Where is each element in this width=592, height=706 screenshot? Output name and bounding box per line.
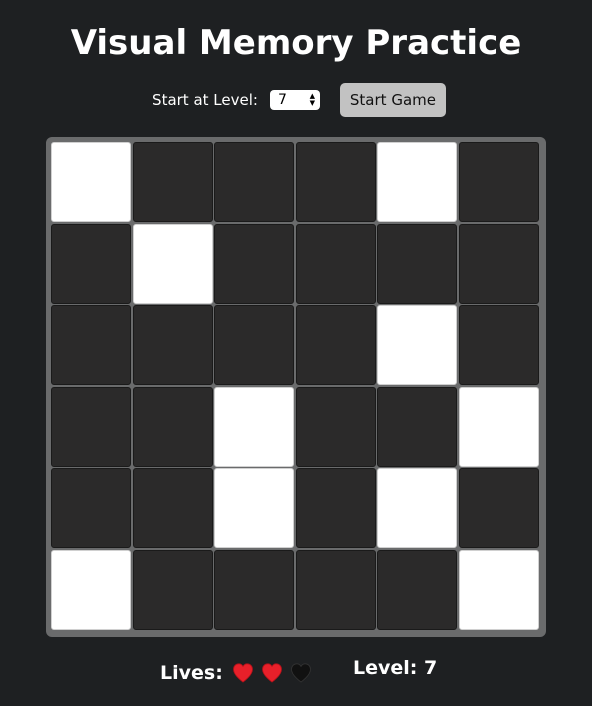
start-level-label: Start at Level: [152, 91, 258, 109]
grid-cell[interactable] [214, 142, 295, 222]
grid-cell[interactable] [132, 549, 213, 630]
grid-cell[interactable] [295, 549, 376, 630]
grid-cell[interactable] [51, 305, 131, 386]
grid-cell-lit[interactable] [51, 549, 131, 630]
grid-cell[interactable] [132, 468, 213, 549]
grid-cell[interactable] [214, 305, 295, 386]
grid-cell-lit[interactable] [214, 386, 295, 467]
hearts-container [231, 661, 318, 685]
grid-cell[interactable] [458, 305, 539, 386]
current-level: Level: 7 [353, 657, 438, 679]
memory-grid [46, 137, 546, 637]
game-page: Visual Memory Practice Start at Level: 7… [0, 0, 592, 706]
page-title: Visual Memory Practice [70, 23, 522, 63]
grid-cell[interactable] [132, 386, 213, 467]
grid-cell[interactable] [295, 223, 376, 304]
grid-cell[interactable] [458, 223, 539, 304]
start-level-value: 7 [277, 92, 287, 108]
grid-cell-lit[interactable] [132, 223, 213, 304]
grid-cell-lit[interactable] [51, 142, 131, 222]
heart-empty-icon [290, 663, 311, 683]
grid-cell[interactable] [295, 386, 376, 467]
grid-cell-lit[interactable] [377, 468, 458, 549]
heart-full-icon [232, 663, 253, 683]
grid-cell[interactable] [51, 386, 131, 467]
start-game-button[interactable]: Start Game [339, 83, 446, 117]
grid-cell-lit[interactable] [458, 549, 539, 630]
grid-cell[interactable] [377, 386, 458, 467]
grid-cell-lit[interactable] [377, 142, 458, 222]
grid-cell[interactable] [214, 549, 295, 630]
grid-cell[interactable] [295, 468, 376, 549]
stepper-arrows-icon: ▲ ▼ [309, 92, 315, 107]
grid-cell-lit[interactable] [214, 468, 295, 549]
grid-cell[interactable] [377, 549, 458, 630]
lives-label: Lives: [160, 662, 223, 684]
grid-cell[interactable] [51, 468, 131, 549]
grid-cell[interactable] [132, 142, 213, 222]
grid-cell[interactable] [132, 305, 213, 386]
grid-cell[interactable] [295, 142, 376, 222]
grid-cell-lit[interactable] [377, 305, 458, 386]
status-bar: Lives: Level: 7 [0, 656, 592, 690]
grid-cell[interactable] [458, 142, 539, 222]
grid-cell[interactable] [377, 223, 458, 304]
controls-bar: Start at Level: 7 ▲ ▼ Start Game [0, 83, 592, 117]
grid-cell[interactable] [458, 468, 539, 549]
grid-cell[interactable] [214, 223, 295, 304]
grid-cell[interactable] [51, 223, 131, 304]
grid-cell[interactable] [295, 305, 376, 386]
lives-display: Lives: [160, 661, 318, 685]
start-level-select[interactable]: 7 ▲ ▼ [269, 90, 320, 110]
grid-cell-lit[interactable] [458, 386, 539, 467]
heart-full-icon [261, 663, 282, 683]
